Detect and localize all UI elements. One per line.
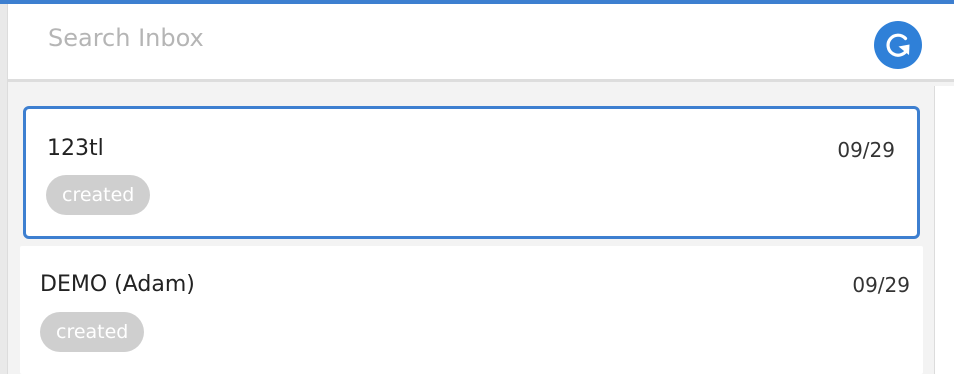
- search-input[interactable]: [48, 18, 828, 58]
- conversation-date: 09/29: [852, 273, 910, 297]
- status-badge: created: [46, 175, 151, 215]
- inbox-panel: 123tl 09/29 created DEMO (Adam) 09/29 cr…: [0, 0, 954, 374]
- conversation-name: 123tl: [47, 136, 104, 161]
- left-panel-edge: [0, 4, 8, 374]
- conversation-name: DEMO (Adam): [40, 272, 195, 297]
- refresh-button[interactable]: [874, 21, 922, 69]
- conversation-card[interactable]: DEMO (Adam) 09/29 created: [20, 246, 923, 374]
- right-panel-edge: [934, 86, 954, 374]
- refresh-icon: [886, 33, 910, 57]
- conversation-list: 123tl 09/29 created DEMO (Adam) 09/29 cr…: [8, 86, 934, 374]
- conversation-date: 09/29: [837, 138, 895, 162]
- search-bar: [8, 4, 954, 82]
- status-badge: created: [40, 312, 145, 352]
- conversation-card[interactable]: 123tl 09/29 created: [23, 106, 920, 239]
